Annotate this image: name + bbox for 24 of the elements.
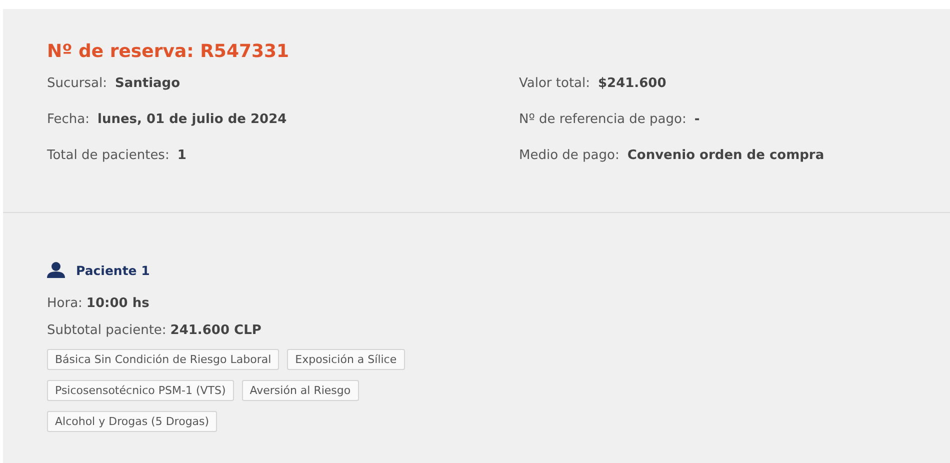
patient-name: Paciente 1 [76, 262, 150, 278]
field-value: 1 [177, 148, 186, 165]
field-value: $241.600 [598, 76, 666, 93]
field-value: - [694, 112, 700, 129]
field-label: Fecha: [47, 112, 90, 129]
field-label: Total de pacientes: [47, 148, 170, 165]
field-label: Medio de pago: [519, 148, 620, 165]
field-label: Nº de referencia de pago: [519, 112, 686, 129]
exam-tag: Exposición a Sílice [287, 349, 405, 370]
exam-tag: Aversión al Riesgo [242, 380, 359, 401]
detail-label: Hora: [47, 296, 82, 311]
exam-tag: Psicosensotécnico PSM-1 (VTS) [47, 380, 234, 401]
detail-value: 241.600 CLP [170, 323, 262, 338]
detail-value: 10:00 hs [86, 296, 150, 311]
field-value: lunes, 01 de julio de 2024 [98, 112, 287, 129]
exam-tag: Alcohol y Drogas (5 Drogas) [47, 411, 218, 432]
reservation-title: Nº de reserva: R547331 [47, 41, 290, 62]
detail-label: Subtotal paciente: [47, 323, 166, 338]
person-icon [47, 262, 65, 278]
exam-tag: Básica Sin Condición de Riesgo Laboral [47, 349, 280, 370]
field-label: Valor total: [519, 76, 590, 93]
field-value: Convenio orden de compra [627, 148, 824, 165]
field-value: Santiago [114, 76, 180, 93]
field-label: Sucursal: [47, 76, 107, 93]
